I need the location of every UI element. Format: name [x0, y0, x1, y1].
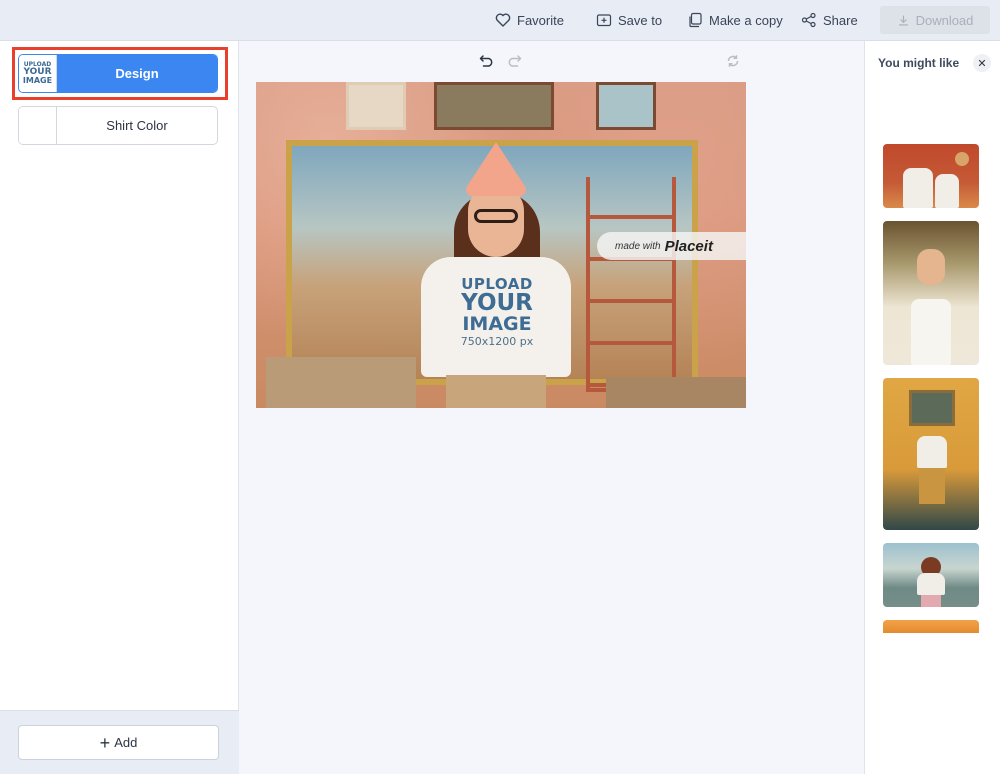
favorite-label: Favorite: [517, 12, 564, 28]
layer-design[interactable]: UPLOAD YOUR IMAGE Design: [18, 54, 218, 93]
thumb-shirt: [935, 174, 959, 208]
download-icon: [898, 15, 908, 26]
download-button[interactable]: Download: [880, 6, 990, 34]
wall-picture: [434, 82, 554, 130]
refresh-icon[interactable]: [724, 52, 742, 70]
placeholder-size: 750x1200 px: [460, 335, 534, 348]
redo-icon[interactable]: [505, 52, 523, 70]
model: UPLOAD YOUR IMAGE 750x1200 px: [416, 137, 576, 408]
favorite-button[interactable]: Favorite: [495, 0, 564, 40]
recommendation-thumbnail[interactable]: [883, 543, 979, 607]
share-icon: [801, 12, 816, 28]
layer-shirt-color[interactable]: Shirt Color: [18, 106, 218, 145]
add-label: Add: [114, 735, 138, 750]
top-toolbar: Favorite Save to Make a copy Share Downl…: [0, 0, 1000, 41]
recommendation-thumbnail[interactable]: [883, 620, 979, 633]
recommendation-thumbnail[interactable]: [883, 144, 979, 208]
layer-design-label: Design: [57, 55, 217, 92]
model-hat: [466, 142, 526, 196]
copy-icon: [689, 12, 702, 28]
watermark: made with Placeit: [597, 232, 746, 260]
thumb-skirt: [921, 595, 941, 607]
model-glasses: [474, 209, 518, 223]
make-copy-button[interactable]: Make a copy: [687, 0, 783, 40]
make-copy-label: Make a copy: [709, 12, 783, 28]
plus-icon: +: [99, 732, 111, 753]
save-to-button[interactable]: Save to: [596, 0, 662, 40]
thumb-shirt: [903, 168, 933, 208]
shirt-color-swatch: [19, 107, 57, 144]
canvas-area: UPLOAD YOUR IMAGE 750x1200 px made with …: [240, 41, 864, 774]
recommendation-thumbnail[interactable]: [883, 221, 979, 365]
save-to-label: Save to: [618, 12, 663, 28]
clock-icon: [955, 152, 969, 166]
layers-sidebar: UPLOAD YOUR IMAGE Design Shirt Color + A…: [0, 41, 239, 774]
mockup-preview[interactable]: UPLOAD YOUR IMAGE 750x1200 px made with …: [256, 82, 746, 408]
close-icon[interactable]: ✕: [973, 54, 991, 72]
thumb-shirt: [911, 299, 951, 365]
thumb-shirt: [917, 573, 945, 595]
undo-icon[interactable]: [478, 52, 496, 70]
recommendations-panel: You might like ✕: [864, 41, 1000, 774]
recommendations-title: You might like: [878, 56, 960, 70]
sidebar-footer: + Add: [0, 710, 239, 774]
design-placeholder[interactable]: UPLOAD YOUR IMAGE 750x1200 px: [454, 277, 540, 348]
thumb-face: [917, 249, 945, 285]
table: [266, 357, 416, 408]
add-layer-button[interactable]: + Add: [18, 725, 219, 760]
folder-plus-icon: [596, 14, 612, 27]
skirt: [446, 375, 546, 408]
layer-shirt-color-label: Shirt Color: [106, 118, 168, 133]
watermark-brand: Placeit: [664, 237, 713, 255]
thumb-pants: [919, 468, 945, 504]
thumb-shirt: [917, 436, 947, 468]
table: [606, 377, 746, 408]
design-thumbnail: UPLOAD YOUR IMAGE: [19, 55, 57, 92]
thumb-window: [909, 390, 955, 426]
watermark-prefix: made with: [615, 240, 661, 252]
bookshelf: [586, 177, 676, 392]
wall-picture: [596, 82, 656, 130]
share-button[interactable]: Share: [801, 0, 858, 40]
wall-picture: [346, 82, 406, 130]
heart-icon: [495, 13, 511, 27]
placeholder-line: YOUR: [461, 290, 533, 316]
download-label: Download: [915, 12, 974, 28]
thumb-text-line: IMAGE: [22, 76, 53, 85]
recommendation-thumbnail[interactable]: [883, 378, 979, 530]
placeholder-line: IMAGE: [462, 313, 532, 335]
share-label: Share: [823, 12, 858, 28]
